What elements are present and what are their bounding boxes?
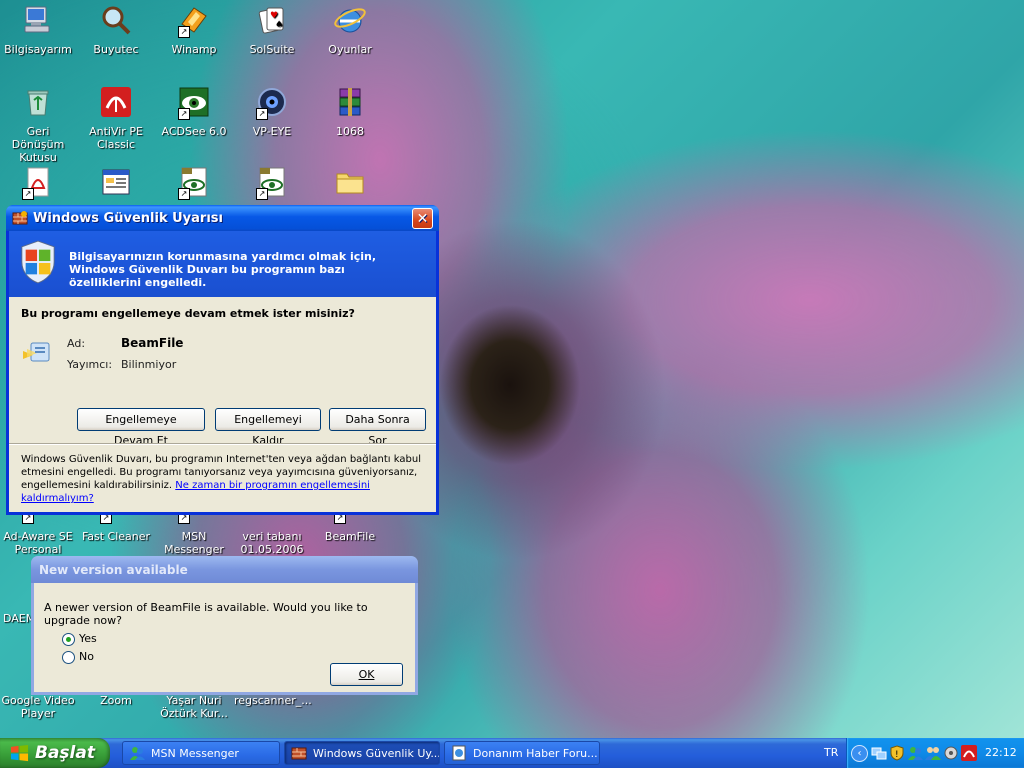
update-dialog-body: A newer version of BeamFile is available… — [34, 583, 415, 692]
publisher-label: Yayımcı: — [67, 358, 113, 371]
unblock-button[interactable]: Engellemeyi Kaldır — [215, 408, 321, 447]
shortcut-arrow-icon: ↗ — [178, 108, 190, 120]
yes-radio-option[interactable]: Yes — [62, 632, 97, 646]
taskbar-item-label: Donanım Haber Foru... — [473, 746, 598, 760]
internet-explorer-icon — [334, 8, 366, 33]
ask-later-button[interactable]: Daha Sonra Sor — [329, 408, 426, 447]
show-hidden-icons-button[interactable]: ‹ — [851, 745, 868, 762]
taskbar: Başlat MSN Messenger Windows Güvenlik Uy… — [0, 738, 1024, 768]
firewall-brick-icon — [291, 747, 307, 760]
application-window-icon — [102, 169, 130, 195]
publisher-value: Bilinmiyor — [121, 358, 177, 371]
security-alert-dialog: Windows Güvenlik Uyarısı ✕ Bilgisayarını… — [6, 205, 439, 515]
yes-radio-button[interactable] — [62, 632, 75, 646]
folder-icon — [336, 173, 364, 194]
my-computer-icon — [24, 6, 50, 33]
desktop-icon-vp-eye[interactable]: ↗ VP-EYE — [234, 86, 310, 138]
taskbar-item-security-alert[interactable]: Windows Güvenlik Uy... — [284, 741, 440, 765]
desktop-icon-pdf[interactable]: ↗ — [0, 166, 76, 205]
security-alert-title: Windows Güvenlik Uyarısı — [33, 210, 223, 226]
taskbar-item-msn-messenger[interactable]: MSN Messenger — [122, 741, 280, 765]
clock[interactable]: 22:12 — [985, 746, 1017, 759]
desktop-icon-google-video[interactable]: Google Video Player — [0, 694, 76, 720]
windows-security-shield-icon — [21, 240, 55, 284]
language-indicator[interactable]: TR — [824, 746, 838, 759]
taskbar-item-label: Windows Güvenlik Uy... — [313, 746, 440, 760]
shortcut-arrow-icon: ↗ — [178, 188, 190, 200]
desktop-icon-yasar-nuri[interactable]: Yaşar Nuri Öztürk Kur... — [156, 694, 232, 720]
security-alert-footer: Windows Güvenlik Duvarı, bu programın In… — [9, 444, 436, 512]
start-button[interactable]: Başlat — [0, 738, 110, 768]
desktop-icon-antivir[interactable]: AntiVir PE Classic — [78, 86, 154, 151]
taskbar-item-donanim-haber[interactable]: Donanım Haber Foru... — [444, 741, 600, 765]
desktop-icon-zoom[interactable]: Zoom — [78, 694, 154, 707]
desktop-icon-recycle-bin[interactable]: Geri Dönüşüm Kutusu — [0, 86, 76, 164]
no-radio-button[interactable] — [62, 650, 75, 664]
users-tray-icon[interactable] — [925, 745, 941, 761]
antivir-tray-icon[interactable] — [961, 745, 977, 761]
shortcut-arrow-icon: ↗ — [256, 188, 268, 200]
desktop-icon-my-computer[interactable]: Bilgisayarım — [0, 4, 76, 56]
desktop-icon-jpg-1[interactable]: ↗ — [156, 166, 232, 205]
keep-blocking-button[interactable]: Engellemeye Devam Et — [77, 408, 205, 447]
desktop-icon-daem[interactable]: DAEM — [0, 612, 34, 625]
security-alert-header-text: Bilgisayarınızın korunmasına yardımcı ol… — [69, 250, 377, 289]
program-name-value: BeamFile — [121, 336, 184, 350]
desktop-icon-folder[interactable] — [312, 166, 388, 205]
antivir-umbrella-icon — [101, 87, 131, 117]
desktop-icon-window-app[interactable] — [78, 166, 154, 205]
desktop-icon-buyutec[interactable]: Buyutec — [78, 4, 154, 56]
beamfile-program-icon — [23, 342, 50, 362]
speaker-icon[interactable] — [943, 745, 959, 761]
security-alert-header: Bilgisayarınızın korunmasına yardımcı ol… — [9, 231, 436, 297]
msn-buddy-tray-icon[interactable] — [907, 745, 923, 761]
svg-text:!: ! — [895, 750, 899, 760]
ok-button[interactable]: OK — [330, 663, 403, 686]
magnifier-icon — [102, 6, 131, 35]
program-name-label: Ad: — [67, 337, 86, 350]
desktop-icon-acdsee[interactable]: ↗ ACDSee 6.0 — [156, 86, 232, 138]
update-dialog: New version available A newer version of… — [31, 556, 418, 695]
security-alert-footer-text: Windows Güvenlik Duvarı, bu programın In… — [21, 453, 426, 505]
svg-text:♠: ♠ — [275, 20, 283, 30]
yes-label: Yes — [79, 632, 97, 645]
close-button[interactable]: ✕ — [412, 207, 433, 229]
firewall-brick-icon — [12, 211, 28, 225]
document-icon — [452, 745, 466, 761]
desktop-icon-1068[interactable]: 1068 — [312, 86, 388, 138]
desktop-icon-solsuite[interactable]: ♥ ♠ SolSuite — [234, 4, 310, 56]
start-label: Başlat — [35, 743, 95, 763]
no-radio-option[interactable]: No — [62, 650, 94, 664]
winrar-archive-icon — [339, 88, 361, 116]
windows-logo-icon — [10, 744, 29, 761]
playing-cards-icon: ♥ ♠ — [258, 7, 284, 34]
desktop-icon-regscanner[interactable]: regscanner_... — [234, 694, 312, 707]
system-tray: ‹ ! 22:12 — [846, 738, 1024, 768]
msn-buddy-icon — [130, 747, 145, 760]
update-dialog-title: New version available — [39, 562, 188, 577]
update-message: A newer version of BeamFile is available… — [44, 601, 368, 627]
no-label: No — [79, 650, 94, 663]
security-alert-body: Bu programı engellemeye devam etmek iste… — [9, 297, 436, 447]
taskbar-item-label: MSN Messenger — [151, 746, 239, 760]
desktop-icon-jpg-2[interactable]: ↗ — [234, 166, 310, 205]
security-alert-title-bar[interactable]: Windows Güvenlik Uyarısı ✕ — [6, 205, 439, 231]
update-dialog-title-bar[interactable]: New version available — [31, 556, 418, 583]
desktop-icon-oyunlar[interactable]: Oyunlar — [312, 4, 388, 56]
shortcut-arrow-icon: ↗ — [22, 188, 34, 200]
security-alert-question: Bu programı engellemeye devam etmek iste… — [21, 307, 355, 320]
security-center-shield-icon[interactable]: ! — [889, 745, 905, 761]
desktop-icon-winamp[interactable]: ↗ Winamp — [156, 4, 232, 56]
recycle-bin-icon — [27, 90, 49, 116]
shortcut-arrow-icon: ↗ — [178, 26, 190, 38]
shortcut-arrow-icon: ↗ — [256, 108, 268, 120]
network-icon[interactable] — [871, 745, 887, 761]
